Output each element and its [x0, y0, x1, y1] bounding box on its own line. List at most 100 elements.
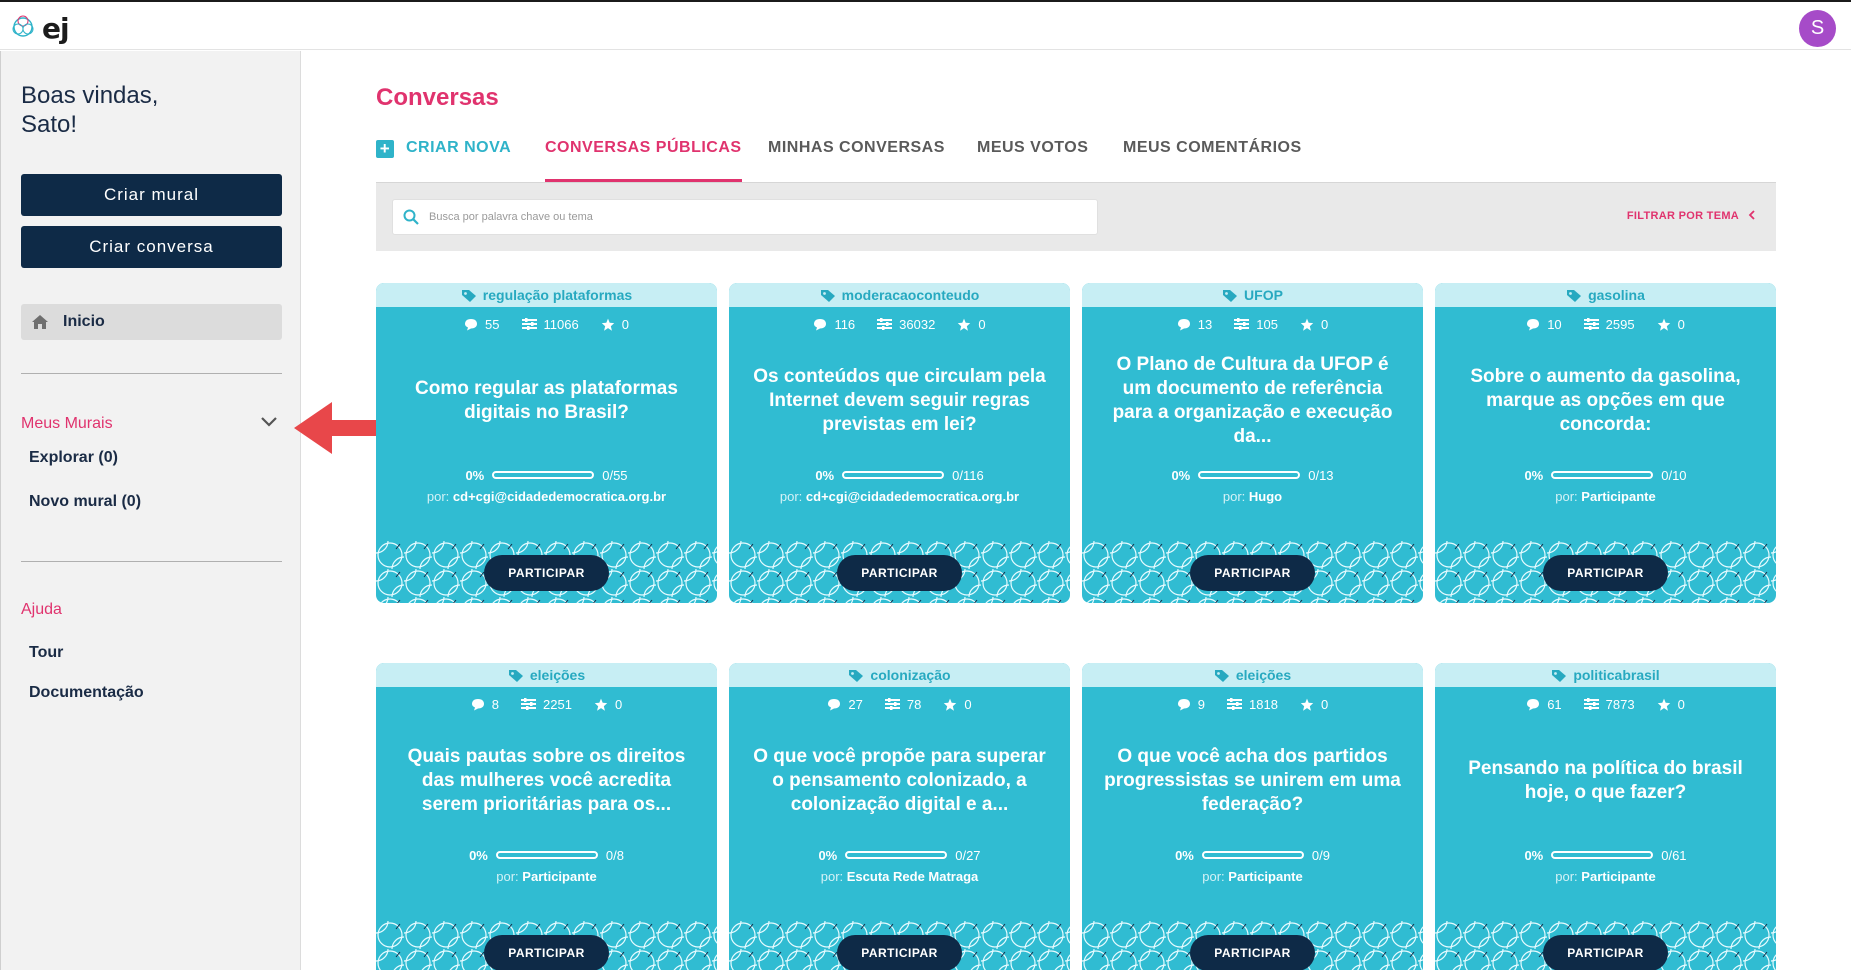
card-title[interactable]: Os conteúdos que circulam pela Internet …: [729, 341, 1070, 461]
card-progress: 0% 0/8: [376, 841, 717, 869]
progress-count: 0/8: [605, 847, 624, 863]
star-icon: [1657, 318, 1670, 331]
tab-my-comments[interactable]: MEUS COMENTÁRIOS: [1123, 139, 1302, 183]
create-conversation-button[interactable]: Criar conversa: [21, 226, 282, 268]
card-tag-label: gasolina: [1588, 287, 1645, 303]
search-input[interactable]: [429, 200, 1089, 234]
create-wall-button[interactable]: Criar mural: [21, 174, 282, 216]
tag-icon: [1223, 290, 1238, 302]
author-prefix: por:: [496, 869, 519, 884]
author-prefix: por:: [779, 489, 803, 504]
favorites-count: 0: [1320, 696, 1329, 712]
comments-stat: 10: [1526, 316, 1562, 332]
sidebar-item-home[interactable]: Inicio: [21, 304, 282, 340]
votes-count: 2251: [543, 696, 572, 712]
conversation-card[interactable]: politicabrasil 61 7873 0 Pensando na polític…: [1435, 663, 1776, 970]
filter-by-theme-button[interactable]: FILTRAR POR TEMA: [1627, 210, 1756, 222]
conversation-card[interactable]: UFOP 13 105 0 O Plano de Cultura da UFOP é u…: [1082, 283, 1423, 603]
progress-percent: 0%: [1524, 847, 1544, 863]
card-tag[interactable]: regulação plataformas: [376, 283, 717, 307]
card-tag[interactable]: colonização: [729, 663, 1070, 687]
participate-button[interactable]: PARTICIPAR: [484, 555, 609, 591]
conversation-card[interactable]: gasolina 10 2595 0 Sobre o aumento da gasoli…: [1435, 283, 1776, 603]
tab-my-votes[interactable]: MEUS VOTOS: [977, 139, 1088, 183]
sidebar-item-label: Inicio: [63, 313, 105, 330]
conversation-card[interactable]: regulação plataformas 55 11066 0 Como regula…: [376, 283, 717, 603]
user-avatar[interactable]: S: [1799, 10, 1836, 47]
card-author: por: Participante: [1435, 869, 1776, 889]
comments-count: 10: [1547, 316, 1562, 332]
card-title[interactable]: O que você propõe para superar o pensame…: [729, 721, 1070, 841]
sidebar-item-count: (0): [121, 493, 142, 510]
card-author: por: Escuta Rede Matraga: [729, 869, 1070, 889]
sidebar-item-count: (0): [98, 449, 118, 466]
conversation-card[interactable]: colonização 27 78 0 O que você propõe para s…: [729, 663, 1070, 970]
participate-button[interactable]: PARTICIPAR: [1543, 555, 1668, 591]
progress-count: 0/27: [955, 847, 981, 863]
progress-percent: 0%: [815, 467, 835, 483]
card-tag-label: eleições: [529, 667, 586, 683]
tab-create-new[interactable]: + CRIAR NOVA: [376, 139, 511, 183]
favorites-stat: 0: [1300, 697, 1328, 712]
votes-stat: 11066: [521, 317, 579, 332]
comment-icon: [465, 318, 478, 330]
sidebar-item-tour[interactable]: Tour: [29, 644, 63, 662]
comment-icon: [1527, 318, 1540, 330]
card-title[interactable]: O Plano de Cultura da UFOP é um document…: [1082, 341, 1423, 461]
conversation-card[interactable]: eleições 8 2251 0 Quais pautas sobre os dire…: [376, 663, 717, 970]
conversation-card[interactable]: eleições 9 1818 0 O que você acha dos partid…: [1082, 663, 1423, 970]
progress-percent: 0%: [1171, 467, 1191, 483]
welcome-line-1: Boas vindas,: [21, 82, 159, 109]
tab-public-conversations[interactable]: CONVERSAS PÚBLICAS: [545, 139, 742, 183]
votes-count: 36032: [899, 316, 936, 332]
favorites-count: 0: [621, 316, 629, 332]
card-tag[interactable]: politicabrasil: [1435, 663, 1776, 687]
card-tag[interactable]: eleições: [376, 663, 717, 687]
card-tag[interactable]: eleições: [1082, 663, 1423, 687]
card-author: por: cd+cgi@cidadedemocratica.org.br: [376, 489, 717, 509]
chevron-left-icon: [1748, 210, 1755, 220]
plus-icon: +: [376, 140, 394, 158]
votes-stat: 7873: [1583, 697, 1635, 712]
progress-bar: [1201, 851, 1304, 859]
favorites-count: 0: [964, 696, 972, 712]
favorites-stat: 0: [1657, 697, 1685, 712]
sliders-icon: [521, 698, 537, 710]
conversation-card[interactable]: moderacaoconteudo 116 36032 0 Os conteúdos q…: [729, 283, 1070, 603]
comment-icon: [814, 318, 827, 330]
card-title[interactable]: Quais pautas sobre os direitos das mulhe…: [376, 721, 717, 841]
author-name: Participante: [1581, 869, 1656, 884]
card-title[interactable]: Sobre o aumento da gasolina, marque as o…: [1435, 341, 1776, 461]
card-tag[interactable]: moderacaoconteudo: [729, 283, 1070, 307]
sidebar-item-documentation[interactable]: Documentação: [29, 684, 144, 702]
participate-button[interactable]: PARTICIPAR: [837, 555, 962, 591]
card-tag[interactable]: UFOP: [1082, 283, 1423, 307]
chevron-down-icon[interactable]: [259, 415, 279, 429]
participate-button[interactable]: PARTICIPAR: [484, 935, 609, 970]
comments-stat: 27: [827, 697, 863, 712]
tab-my-conversations[interactable]: MINHAS CONVERSAS: [768, 139, 945, 183]
sidebar-item-explore[interactable]: Explorar (0): [29, 449, 118, 467]
participate-button[interactable]: PARTICIPAR: [1190, 935, 1315, 970]
card-stats: 27 78 0: [729, 687, 1070, 721]
tab-label: CRIAR NOVA: [406, 139, 512, 156]
participate-button[interactable]: PARTICIPAR: [837, 935, 962, 970]
sidebar-item-new-wall[interactable]: Novo mural (0): [29, 493, 141, 511]
participate-button[interactable]: PARTICIPAR: [1543, 935, 1668, 970]
my-walls-title[interactable]: Meus Murais: [21, 415, 113, 433]
author-name: Participante: [1228, 869, 1303, 884]
card-title[interactable]: Pensando na política do brasil hoje, o q…: [1435, 721, 1776, 841]
card-tag[interactable]: gasolina: [1435, 283, 1776, 307]
card-progress: 0% 0/9: [1082, 841, 1423, 869]
sliders-icon: [884, 698, 900, 710]
card-title[interactable]: O que você acha dos partidos progressist…: [1082, 721, 1423, 841]
ej-logo[interactable]: ej: [12, 10, 70, 45]
favorites-stat: 0: [943, 696, 972, 712]
card-title[interactable]: Como regular as plataformas digitais no …: [376, 341, 717, 461]
votes-count: 2595: [1605, 316, 1635, 332]
participate-button[interactable]: PARTICIPAR: [1190, 555, 1315, 591]
divider: [21, 561, 282, 562]
card-stats: 8 2251 0: [376, 687, 717, 721]
comments-count: 55: [485, 316, 500, 332]
sliders-icon: [877, 318, 893, 330]
